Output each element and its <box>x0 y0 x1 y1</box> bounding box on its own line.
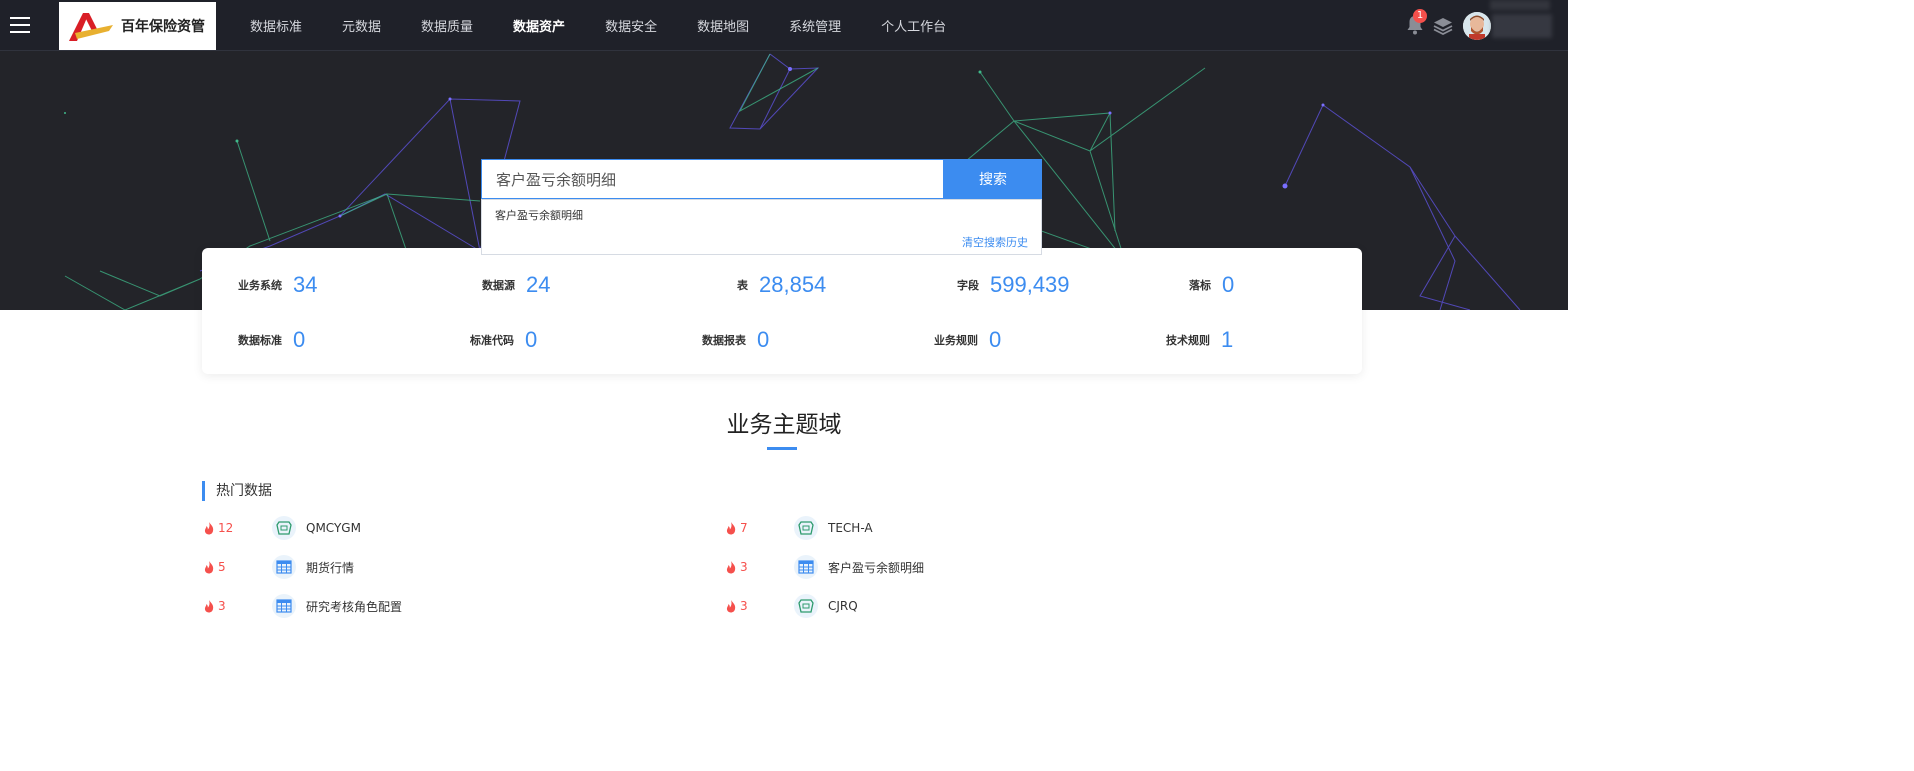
avatar[interactable] <box>1463 12 1491 40</box>
menu-toggle-icon[interactable] <box>10 17 30 33</box>
stat-label: 数据源 <box>482 279 515 292</box>
hot-data-heading: 热门数据 <box>202 481 272 501</box>
stat-tables[interactable]: 表 28,854 <box>737 272 826 298</box>
stat-fields[interactable]: 字段 599,439 <box>957 272 1070 298</box>
stat-value: 1 <box>1221 327 1234 352</box>
stat-label: 数据报表 <box>702 334 746 347</box>
menu-item-data-quality[interactable]: 数据质量 <box>421 0 473 50</box>
stat-value: 599,439 <box>990 272 1070 297</box>
flame-icon <box>204 522 214 535</box>
hot-data-item[interactable]: 12 QMCYGM <box>202 515 361 541</box>
database-icon <box>272 516 296 540</box>
redacted-area <box>1490 0 1550 10</box>
flame-icon <box>726 561 736 574</box>
hot-count: 3 <box>740 560 748 574</box>
main-menu: 数据标准 元数据 数据质量 数据资产 数据安全 数据地图 系统管理 个人工作台 <box>250 0 986 50</box>
notification-badge: 1 <box>1413 9 1427 23</box>
search-history-item[interactable]: 客户盈亏余额明细 <box>495 207 583 223</box>
hot-data-item[interactable]: 5 期货行情 <box>202 554 354 580</box>
hot-name: 客户盈亏余额明细 <box>828 560 925 575</box>
clear-search-history-link[interactable]: 清空搜索历史 <box>962 234 1028 250</box>
search-button[interactable]: 搜索 <box>944 159 1042 199</box>
stat-standard-codes[interactable]: 标准代码 0 <box>470 327 537 353</box>
avatar-icon <box>1463 12 1491 40</box>
stat-value: 34 <box>293 272 318 297</box>
hot-count: 3 <box>740 599 748 613</box>
hot-count: 7 <box>740 521 748 535</box>
stat-business-systems[interactable]: 业务系统 34 <box>238 272 317 298</box>
search-history-dropdown: 客户盈亏余额明细 清空搜索历史 <box>481 199 1042 255</box>
menu-item-data-map[interactable]: 数据地图 <box>697 0 749 50</box>
hot-name: TECH-A <box>828 521 873 535</box>
top-nav: 百年保险资管 数据标准 元数据 数据质量 数据资产 数据安全 数据地图 系统管理… <box>0 0 1568 51</box>
stat-label: 落标 <box>1189 279 1211 292</box>
stat-data-reports[interactable]: 数据报表 0 <box>702 327 769 353</box>
hot-data-item[interactable]: 7 TECH-A <box>724 515 873 541</box>
stat-label: 数据标准 <box>238 334 282 347</box>
stat-value: 24 <box>526 272 551 297</box>
flame-icon <box>726 600 736 613</box>
hot-data-item[interactable]: 3 客户盈亏余额明细 <box>724 554 924 580</box>
hot-count: 3 <box>218 599 226 613</box>
stat-value: 28,854 <box>759 272 827 297</box>
stat-value: 0 <box>1222 272 1235 297</box>
search-input[interactable] <box>481 159 944 199</box>
stats-card: 业务系统 34 数据源 24 表 28,854 字段 599,439 落标 0 … <box>202 248 1362 374</box>
menu-item-data-assets[interactable]: 数据资产 <box>513 0 565 50</box>
stat-business-rules[interactable]: 业务规则 0 <box>934 327 1001 353</box>
table-icon <box>272 555 296 579</box>
stat-value: 0 <box>757 327 770 352</box>
stat-label: 业务规则 <box>934 334 978 347</box>
hot-count: 5 <box>218 560 226 574</box>
database-icon <box>794 516 818 540</box>
menu-item-metadata[interactable]: 元数据 <box>342 0 381 50</box>
section-title: 业务主题域 <box>726 412 842 438</box>
menu-item-personal-workbench[interactable]: 个人工作台 <box>881 0 946 50</box>
flame-icon <box>204 561 214 574</box>
section-title-underline <box>767 447 797 450</box>
hot-name: QMCYGM <box>306 521 361 535</box>
flame-icon <box>726 522 736 535</box>
stat-label: 标准代码 <box>470 334 514 347</box>
stat-label: 技术规则 <box>1166 334 1210 347</box>
user-name-redacted <box>1492 14 1552 38</box>
stat-value: 0 <box>989 327 1002 352</box>
stat-data-sources[interactable]: 数据源 24 <box>482 272 550 298</box>
table-icon <box>794 555 818 579</box>
table-icon <box>272 594 296 618</box>
stat-data-standards[interactable]: 数据标准 0 <box>238 327 305 353</box>
hot-name: 研究考核角色配置 <box>306 599 403 614</box>
menu-item-data-standard[interactable]: 数据标准 <box>250 0 302 50</box>
stat-standardized[interactable]: 落标 0 <box>1189 272 1234 298</box>
logo-mark-icon <box>69 13 113 41</box>
brand-name: 百年保险资管 <box>121 19 205 35</box>
hot-data-item[interactable]: 3 研究考核角色配置 <box>202 593 402 619</box>
stat-value: 0 <box>525 327 538 352</box>
search-bar: 搜索 <box>481 159 1042 199</box>
database-icon <box>794 594 818 618</box>
menu-item-system-admin[interactable]: 系统管理 <box>789 0 841 50</box>
stat-label: 业务系统 <box>238 279 282 292</box>
flame-icon <box>204 600 214 613</box>
stat-value: 0 <box>293 327 306 352</box>
stat-technical-rules[interactable]: 技术规则 1 <box>1166 327 1233 353</box>
menu-item-data-security[interactable]: 数据安全 <box>605 0 657 50</box>
hot-data-item[interactable]: 3 CJRQ <box>724 593 858 619</box>
stat-label: 表 <box>737 279 748 292</box>
logo[interactable]: 百年保险资管 <box>59 2 216 50</box>
hot-name: CJRQ <box>828 599 858 613</box>
hot-name: 期货行情 <box>306 560 355 575</box>
layers-icon[interactable] <box>1433 17 1453 35</box>
hot-count: 12 <box>218 521 234 535</box>
stat-label: 字段 <box>957 279 979 292</box>
